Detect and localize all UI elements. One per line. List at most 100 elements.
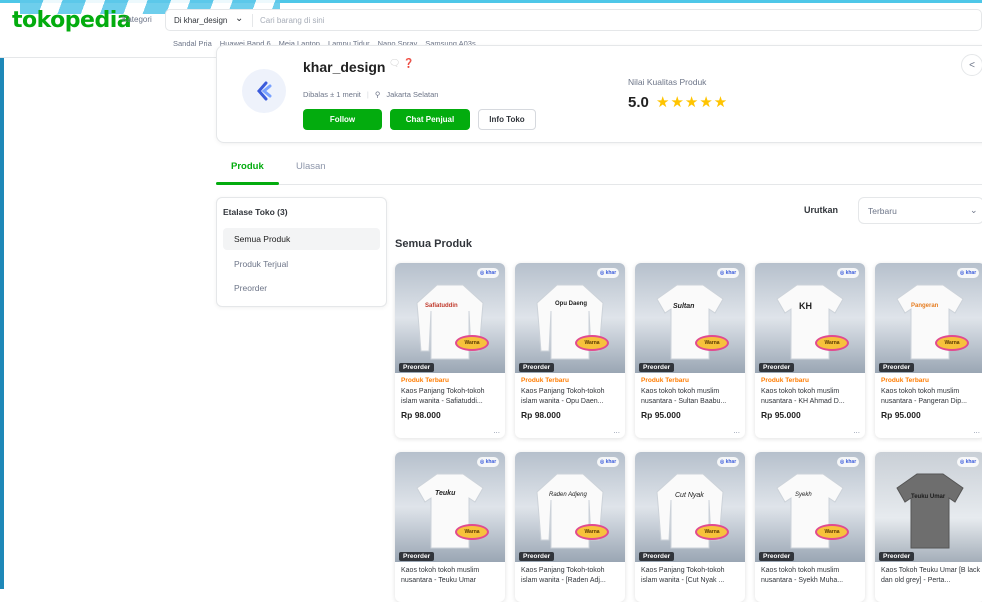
product-image[interactable]: ◎ khar Cut Nyak Warna Preorder: [635, 452, 745, 562]
chevron-down-icon[interactable]: ⌄: [235, 13, 243, 24]
more-options-icon[interactable]: ...: [973, 426, 980, 435]
sort-label: Urutkan: [804, 205, 839, 215]
active-tab-indicator: [216, 182, 279, 185]
preorder-label: Preorder: [879, 363, 915, 372]
product-name[interactable]: Kaos Panjang Tokoh-tokoh islam wanita - …: [521, 566, 621, 586]
shirt-print: Teuku Umar: [911, 494, 946, 500]
shop-logo-icon: ◎ khar: [957, 457, 979, 467]
product-card[interactable]: ◎ khar KH Warna Preorder Produk Terbaru …: [755, 263, 865, 438]
product-card[interactable]: ◎ khar Raden Adjeng Warna Preorder Kaos …: [515, 452, 625, 602]
product-image[interactable]: ◎ khar Teuku Warna Preorder: [395, 452, 505, 562]
product-name[interactable]: Kaos Panjang Tokoh-tokoh islam wanita - …: [521, 387, 621, 407]
shop-tabs: Produk Ulasan: [216, 151, 982, 185]
chat-seller-button[interactable]: Chat Penjual: [390, 109, 470, 130]
product-name[interactable]: Kaos Panjang Tokoh-tokoh islam wanita - …: [401, 387, 501, 407]
tshirt-icon: [896, 473, 964, 549]
etalase-item-label: Preorder: [234, 283, 268, 293]
preorder-label: Preorder: [399, 363, 435, 372]
warna-badge-icon: Warna: [815, 524, 849, 540]
shop-logo-icon: [257, 81, 272, 101]
more-options-icon[interactable]: ...: [853, 426, 860, 435]
new-product-badge: Produk Terbaru: [641, 377, 689, 384]
product-card[interactable]: ◎ khar Teuku Warna Preorder Kaos tokoh t…: [395, 452, 505, 602]
tab-produk[interactable]: Produk: [231, 161, 264, 172]
more-options-icon[interactable]: ...: [733, 426, 740, 435]
shop-meta: Dibalas ± 1 menit | ⚲ Jakarta Selatan: [303, 90, 438, 99]
tab-ulasan[interactable]: Ulasan: [296, 161, 326, 172]
product-card[interactable]: ◎ khar Opu Daeng Warna Preorder Produk T…: [515, 263, 625, 438]
product-image[interactable]: ◎ khar Syekh Warna Preorder: [755, 452, 865, 562]
product-name[interactable]: Kaos Tokoh Teuku Umar [B lack dan old gr…: [881, 566, 981, 586]
search-divider: [252, 14, 253, 27]
search-input[interactable]: [260, 13, 560, 28]
preorder-label: Preorder: [879, 552, 915, 561]
product-name[interactable]: Kaos tokoh tokoh muslim nusantara - Syek…: [761, 566, 861, 586]
product-image[interactable]: ◎ khar Teuku Umar Preorder: [875, 452, 982, 562]
kategori-link[interactable]: Kategori: [122, 15, 152, 24]
product-image[interactable]: ◎ khar Opu Daeng Warna Preorder: [515, 263, 625, 373]
warna-badge-icon: Warna: [455, 524, 489, 540]
product-card[interactable]: ◎ khar Safiatuddin Warna Preorder Produk…: [395, 263, 505, 438]
window-edge: [0, 58, 4, 589]
new-product-badge: Produk Terbaru: [521, 377, 569, 384]
section-title: Semua Produk: [395, 238, 473, 250]
preorder-label: Preorder: [759, 363, 795, 372]
sort-dropdown[interactable]: Terbaru ⌄: [858, 197, 982, 224]
search-scope[interactable]: Di khar_design: [174, 16, 227, 25]
preorder-label: Preorder: [759, 552, 795, 561]
shop-logo-icon: ◎ khar: [717, 457, 739, 467]
product-image[interactable]: ◎ khar KH Warna Preorder: [755, 263, 865, 373]
follow-button[interactable]: Follow: [303, 109, 382, 130]
response-time: Dibalas ± 1 menit: [303, 90, 361, 99]
etalase-item-semua-produk[interactable]: Semua Produk: [223, 228, 380, 250]
quality-label: Nilai Kualitas Produk: [628, 77, 707, 87]
more-options-icon[interactable]: ...: [613, 426, 620, 435]
more-options-icon[interactable]: ...: [493, 426, 500, 435]
preorder-label: Preorder: [399, 552, 435, 561]
shirt-print: Safiatuddin: [425, 303, 458, 309]
product-image[interactable]: ◎ khar Safiatuddin Warna Preorder: [395, 263, 505, 373]
product-name[interactable]: Kaos tokoh tokoh muslim nusantara - KH A…: [761, 387, 861, 407]
gold-badge-icon: 🗨: [389, 58, 401, 68]
share-icon[interactable]: <: [961, 54, 982, 76]
product-card[interactable]: ◎ khar Pangeran Warna Preorder Produk Te…: [875, 263, 982, 438]
suggestion-link[interactable]: Sandal Pria: [173, 39, 212, 48]
shop-avatar[interactable]: [242, 69, 286, 113]
shirt-print: Teuku: [435, 490, 456, 497]
shop-logo-icon: ◎ khar: [957, 268, 979, 278]
tokopedia-logo[interactable]: tokopedia: [12, 8, 132, 33]
warna-badge-icon: Warna: [695, 524, 729, 540]
etalase-item-produk-terjual[interactable]: Produk Terjual: [223, 253, 380, 275]
warna-badge-icon: Warna: [575, 335, 609, 351]
etalase-panel: Etalase Toko (3) Semua Produk Produk Ter…: [216, 197, 387, 307]
shirt-print: Sultan: [673, 303, 695, 310]
product-card[interactable]: ◎ khar Cut Nyak Warna Preorder Kaos Panj…: [635, 452, 745, 602]
product-name[interactable]: Kaos Panjang Tokoh-tokoh islam wanita - …: [641, 566, 741, 586]
product-card[interactable]: ◎ khar Sultan Warna Preorder Produk Terb…: [635, 263, 745, 438]
preorder-label: Preorder: [519, 363, 555, 372]
product-name[interactable]: Kaos tokoh tokoh muslim nusantara - Sult…: [641, 387, 741, 407]
shop-logo-icon: ◎ khar: [477, 268, 499, 278]
preorder-label: Preorder: [639, 363, 675, 372]
etalase-item-preorder[interactable]: Preorder: [223, 277, 380, 299]
product-name[interactable]: Kaos tokoh tokoh muslim nusantara - Pang…: [881, 387, 981, 407]
help-icon[interactable]: ❓: [403, 58, 414, 68]
new-product-badge: Produk Terbaru: [881, 377, 929, 384]
meta-divider: |: [366, 90, 369, 99]
product-image[interactable]: ◎ khar Sultan Warna Preorder: [635, 263, 745, 373]
product-image[interactable]: ◎ khar Raden Adjeng Warna Preorder: [515, 452, 625, 562]
shop-logo-icon: ◎ khar: [477, 457, 499, 467]
star-rating: ★★★★★: [656, 94, 729, 111]
product-image[interactable]: ◎ khar Pangeran Warna Preorder: [875, 263, 982, 373]
product-name[interactable]: Kaos tokoh tokoh muslim nusantara - Teuk…: [401, 566, 501, 586]
shirt-print: KH: [799, 301, 812, 311]
shop-info-button[interactable]: Info Toko: [478, 109, 536, 130]
product-card[interactable]: ◎ khar Syekh Warna Preorder Kaos tokoh t…: [755, 452, 865, 602]
shop-logo-icon: ◎ khar: [717, 268, 739, 278]
shop-logo-icon: ◎ khar: [837, 457, 859, 467]
product-card[interactable]: ◎ khar Teuku Umar Preorder Kaos Tokoh Te…: [875, 452, 982, 602]
shirt-print: Opu Daeng: [555, 301, 588, 307]
search-box[interactable]: Di khar_design ⌄: [165, 9, 982, 31]
product-price: Rp 98.000: [521, 410, 561, 420]
warna-badge-icon: Warna: [695, 335, 729, 351]
